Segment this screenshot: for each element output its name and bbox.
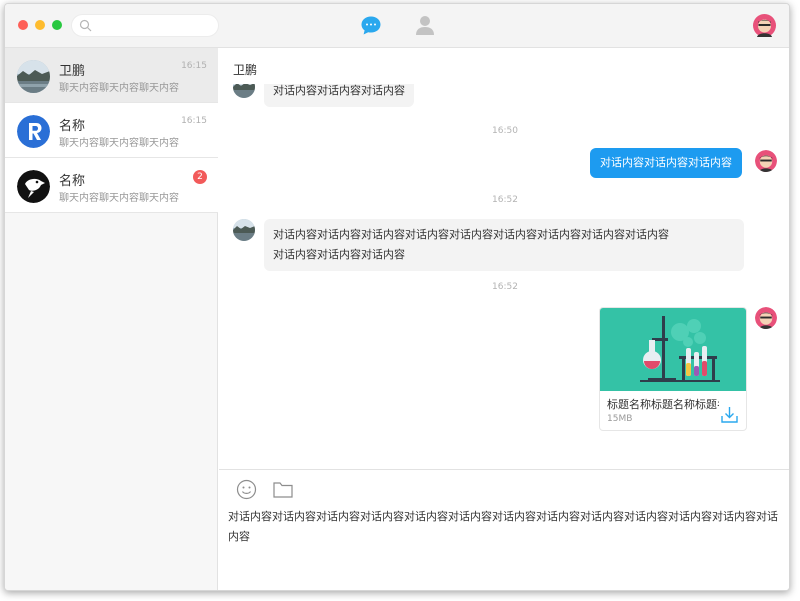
app-window: 卫鹏 聊天内容聊天内容聊天内容 16:15 名称 聊天内容聊天内容聊天内容 16… — [4, 3, 790, 591]
window-controls — [18, 20, 62, 30]
message-bubble-incoming: 对话内容对话内容对话内容对话内容对话内容对话内容对话内容对话内容对话内容 对话内… — [264, 219, 744, 271]
lab-flask-illustration — [640, 316, 720, 382]
person-icon[interactable] — [415, 15, 435, 36]
chat-title: 卫鹏 — [233, 63, 258, 77]
file-title: 标题名称标题名称标题名称 — [607, 398, 719, 411]
conversation-item[interactable]: 卫鹏 聊天内容聊天内容聊天内容 16:15 — [5, 48, 218, 103]
avatar — [17, 115, 50, 148]
conversation-item[interactable]: 名称 聊天内容聊天内容聊天内容 16:15 — [5, 103, 218, 158]
folder-icon[interactable] — [273, 481, 293, 498]
message-bubble-incoming: 对话内容对话内容对话内容 — [264, 84, 414, 107]
emoji-icon[interactable] — [236, 479, 257, 500]
message-bubble-outgoing: 对话内容对话内容对话内容 — [590, 148, 742, 178]
message-composer: 对话内容对话内容对话内容对话内容对话内容对话内容对话内容对话内容对话内容对话内容… — [219, 469, 789, 590]
search-icon — [79, 19, 92, 32]
conversation-time: 16:15 — [181, 116, 207, 126]
avatar — [17, 170, 50, 203]
maximize-window-button[interactable] — [52, 20, 62, 30]
message-time: 16:52 — [492, 282, 518, 292]
avatar — [755, 307, 777, 329]
conversation-name: 名称 — [59, 174, 86, 189]
download-icon[interactable] — [720, 405, 739, 424]
conversation-list: 卫鹏 聊天内容聊天内容聊天内容 16:15 名称 聊天内容聊天内容聊天内容 16… — [5, 48, 218, 590]
conversation-name: 名称 — [59, 119, 86, 134]
search-input[interactable] — [96, 17, 214, 35]
conversation-item[interactable]: 名称 聊天内容聊天内容聊天内容 2 — [5, 158, 218, 213]
avatar — [233, 219, 255, 241]
title-bar — [5, 4, 789, 48]
file-message-card[interactable]: 标题名称标题名称标题名称 15MB — [599, 307, 747, 431]
avatar — [233, 84, 255, 98]
avatar — [755, 150, 777, 172]
chat-bubble-icon[interactable] — [360, 15, 382, 36]
conversation-preview: 聊天内容聊天内容聊天内容 — [59, 193, 179, 204]
avatar — [17, 60, 50, 93]
conversation-name: 卫鹏 — [59, 64, 86, 79]
message-time: 16:52 — [492, 195, 518, 205]
file-size: 15MB — [607, 414, 633, 424]
conversation-time: 16:15 — [181, 61, 207, 71]
chat-panel: 卫鹏 对话内容对话内容对话内容 16:50 对话内容对话内容对话内容 16:52… — [219, 48, 789, 590]
file-thumbnail — [600, 308, 746, 391]
conversation-preview: 聊天内容聊天内容聊天内容 — [59, 138, 179, 149]
minimize-window-button[interactable] — [35, 20, 45, 30]
conversation-preview: 聊天内容聊天内容聊天内容 — [59, 83, 179, 94]
message-input[interactable]: 对话内容对话内容对话内容对话内容对话内容对话内容对话内容对话内容对话内容对话内容… — [228, 507, 788, 547]
search-box[interactable] — [71, 14, 219, 37]
close-window-button[interactable] — [18, 20, 28, 30]
unread-badge: 2 — [193, 170, 207, 184]
message-text-line: 对话内容对话内容对话内容对话内容对话内容对话内容对话内容对话内容对话内容 — [273, 228, 669, 241]
message-time: 16:50 — [492, 126, 518, 136]
message-list: 对话内容对话内容对话内容 16:50 对话内容对话内容对话内容 16:52 对话… — [219, 84, 789, 469]
message-text-line: 对话内容对话内容对话内容 — [273, 248, 405, 261]
user-avatar[interactable] — [753, 14, 776, 37]
